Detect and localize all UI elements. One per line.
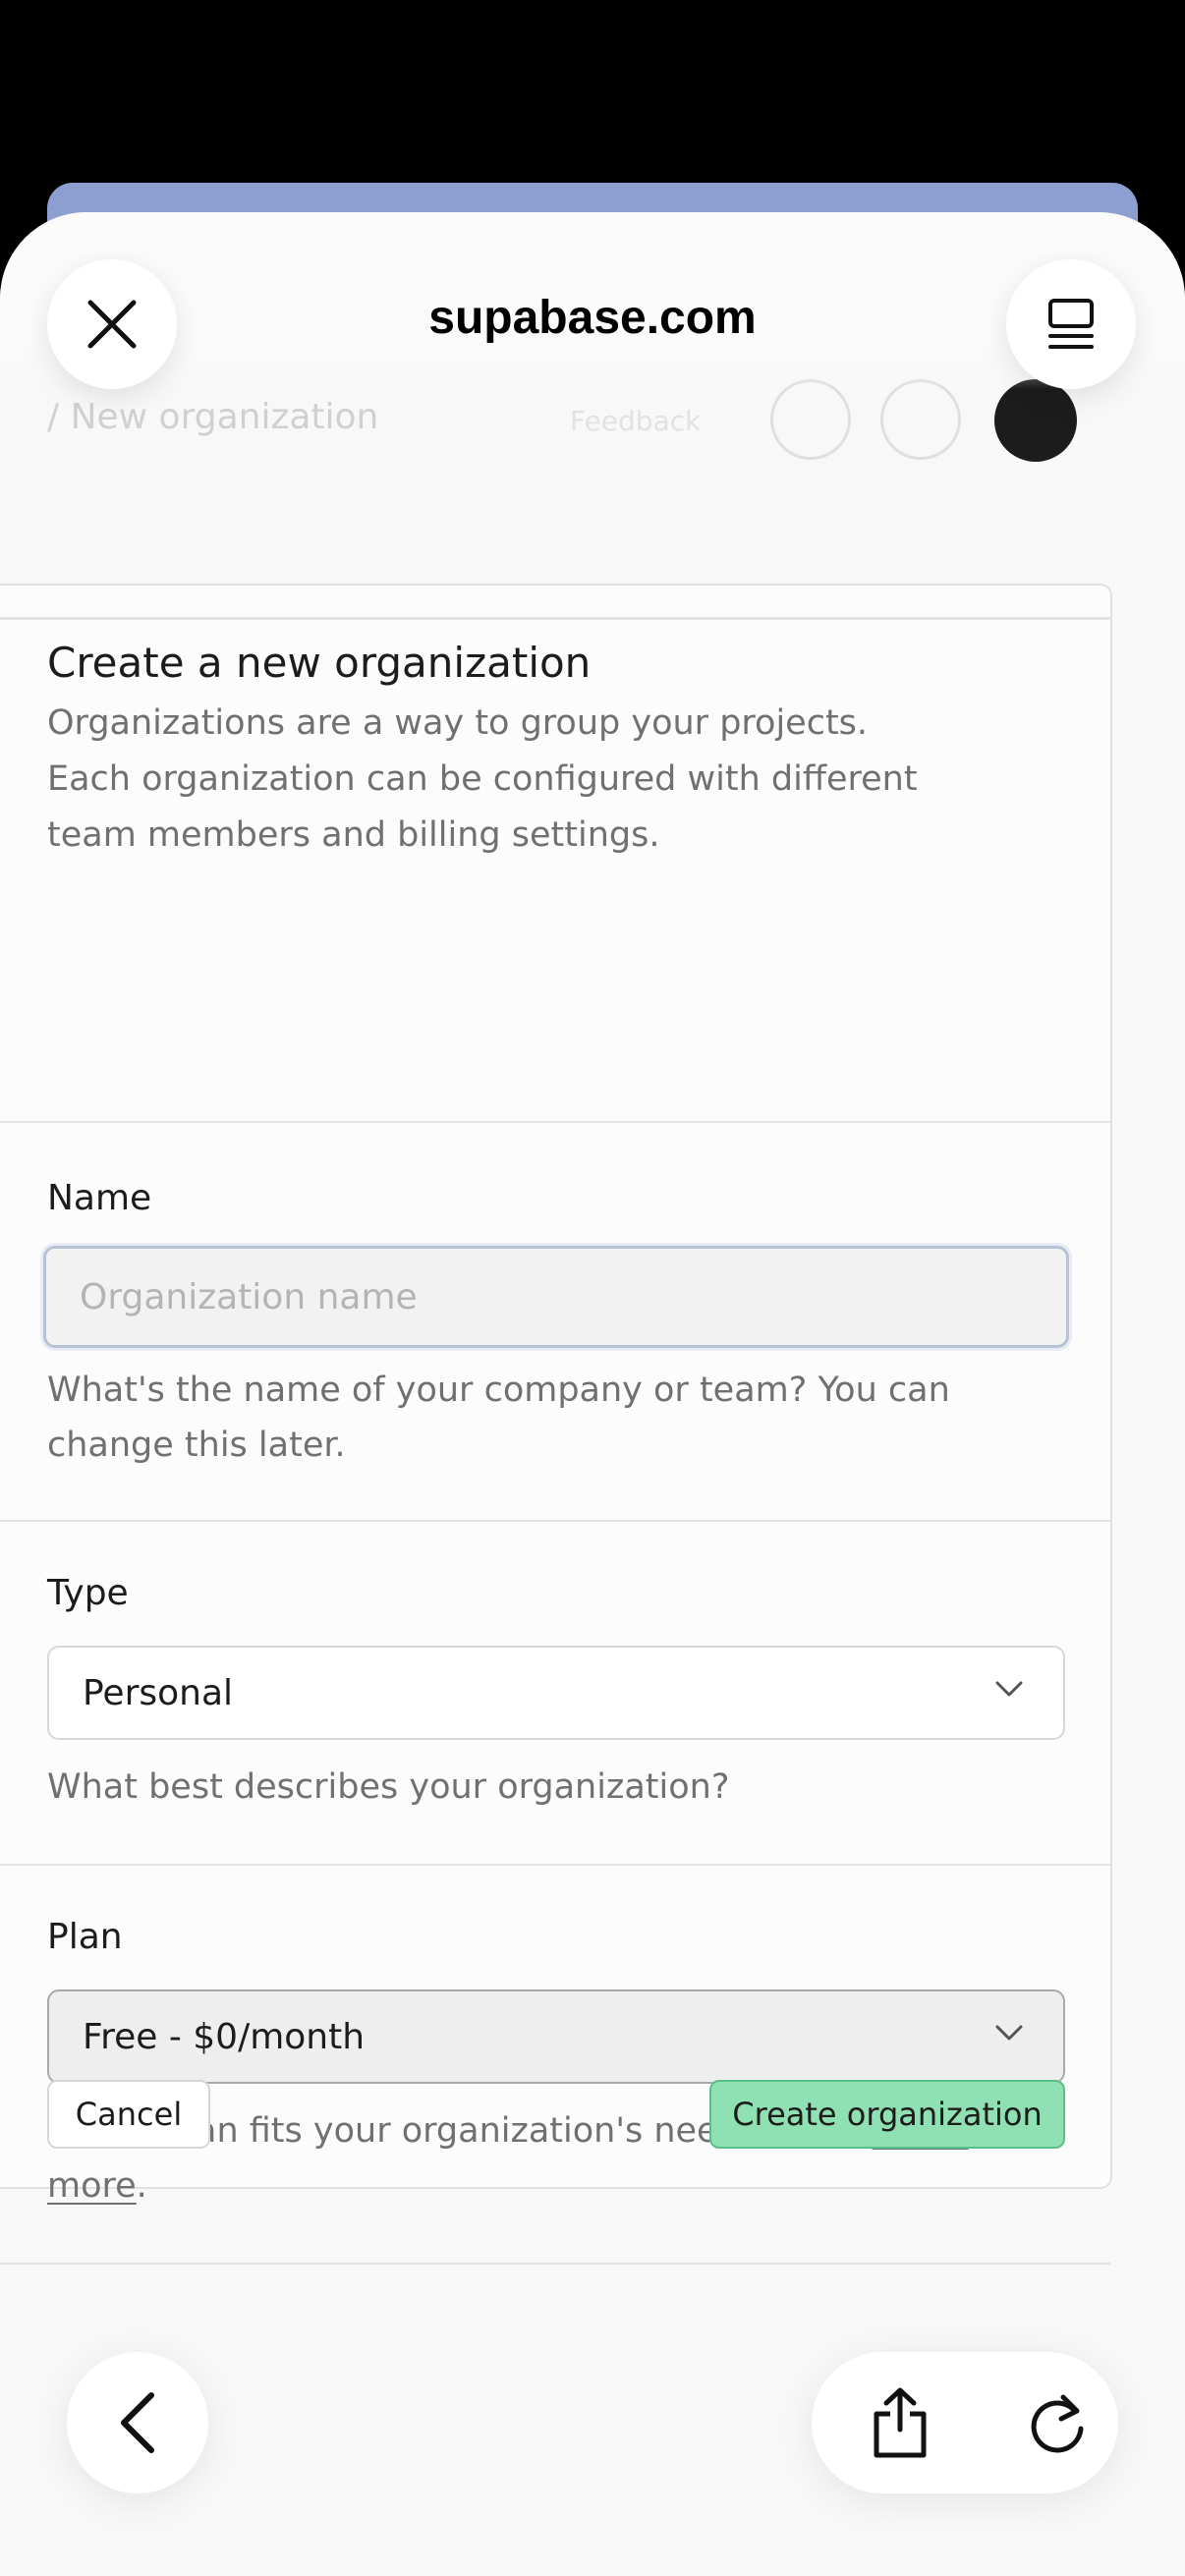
tabs-overview-icon	[1048, 299, 1094, 349]
create-organization-button[interactable]: Create organization	[709, 2080, 1065, 2149]
tabs-button[interactable]	[1006, 259, 1136, 389]
chevron-down-icon	[995, 1681, 1023, 1697]
help-icon[interactable]	[770, 379, 851, 460]
plan-selected-value: Free - $0/month	[83, 2016, 366, 2057]
back-button[interactable]	[67, 2352, 208, 2493]
card-title: Create a new organization	[47, 639, 592, 687]
type-label: Type	[47, 1573, 129, 1613]
plan-section: Plan Free - $0/month Which plan fits you…	[0, 1866, 1110, 2265]
plan-help-suffix: .	[136, 2166, 147, 2206]
sheet-header: supabase.com	[0, 212, 1185, 389]
name-help-text: What's the name of your company or team?…	[47, 1371, 950, 1465]
share-button[interactable]	[859, 2381, 941, 2464]
avatar[interactable]	[994, 379, 1077, 462]
create-organization-card: Create a new organization Organizations …	[0, 584, 1112, 2265]
reload-button[interactable]	[1016, 2381, 1099, 2464]
chevron-down-icon	[995, 2025, 1023, 2041]
name-label: Name	[47, 1178, 152, 1218]
organization-name-input[interactable]	[43, 1246, 1069, 1348]
breadcrumb[interactable]: / New organization	[47, 397, 378, 437]
card-header-section: Create a new organization Organizations …	[0, 586, 1110, 1123]
share-icon	[874, 2387, 927, 2458]
chevron-left-icon	[121, 2392, 154, 2453]
plan-select[interactable]: Free - $0/month	[47, 1989, 1065, 2084]
notifications-icon[interactable]	[880, 379, 961, 460]
feedback-button[interactable]: Feedback	[570, 405, 701, 437]
browser-sheet: supabase.com / New organization Feedback…	[0, 212, 1185, 2576]
type-select[interactable]: Personal	[47, 1646, 1065, 1740]
type-help-text: What best describes your organization?	[47, 1767, 730, 1807]
nav-divider	[0, 617, 1112, 620]
type-section: Type Personal What best describes your o…	[0, 1522, 1110, 1866]
reload-icon	[1031, 2394, 1084, 2453]
type-selected-value: Personal	[83, 1672, 234, 1713]
card-description: Organizations are a way to group your pr…	[47, 703, 918, 855]
plan-label: Plan	[47, 1917, 123, 1957]
action-pill	[812, 2352, 1118, 2493]
cancel-button[interactable]: Cancel	[47, 2080, 210, 2149]
